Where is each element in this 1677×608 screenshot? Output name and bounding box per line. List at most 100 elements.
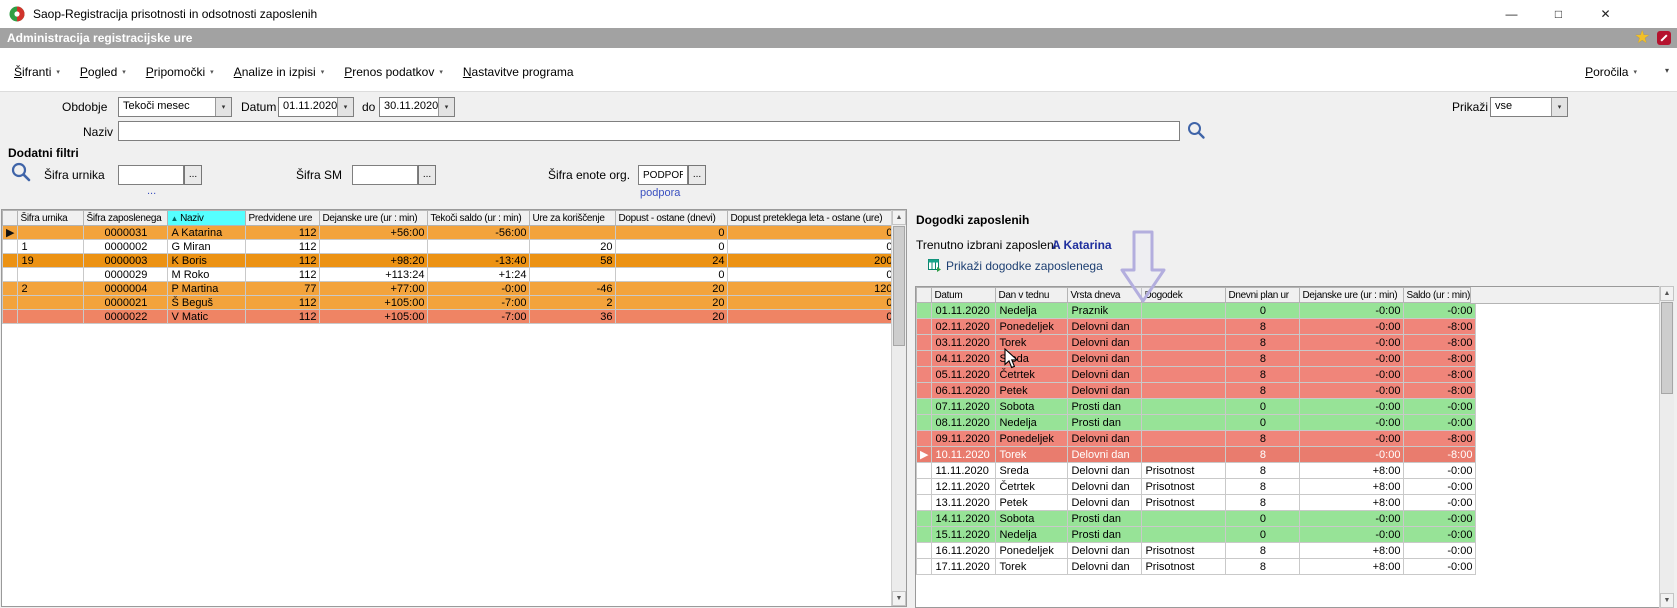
chevron-down-icon[interactable]: ▾ bbox=[337, 98, 353, 116]
search-icon[interactable] bbox=[1186, 120, 1206, 143]
scrollbar-thumb[interactable] bbox=[1661, 302, 1673, 394]
close-button[interactable]: ✕ bbox=[1582, 0, 1629, 28]
datum-to-combobox[interactable]: 30.11.2020 ▾ bbox=[379, 97, 455, 117]
cell-saldo: -0:00 bbox=[1403, 478, 1477, 495]
search-icon[interactable] bbox=[10, 161, 32, 186]
cell-koriscenje bbox=[529, 225, 617, 240]
chevron-down-icon[interactable]: ▾ bbox=[215, 98, 231, 116]
scroll-down-icon[interactable]: ▼ bbox=[1660, 593, 1674, 608]
events-scrollbar[interactable]: ▲ ▼ bbox=[1659, 286, 1674, 608]
event-row[interactable]: 12.11.2020 Četrtek Delovni dan Prisotnost 8 +… bbox=[916, 478, 1477, 495]
row-marker bbox=[916, 558, 933, 575]
employee-row[interactable]: 0000022 V Matic 112 +105:00 -7:00 36 20 0 bbox=[2, 309, 897, 324]
cell-dopust: 24 bbox=[615, 253, 729, 268]
datum-from-combobox[interactable]: 01.11.2020 ▾ bbox=[278, 97, 354, 117]
event-row[interactable]: 17.11.2020 Torek Delovni dan Prisotnost 8 +8:… bbox=[916, 558, 1477, 575]
sifra-enote-input[interactable] bbox=[638, 165, 688, 185]
maximize-button[interactable]: □ bbox=[1535, 0, 1582, 28]
column-header-saldo[interactable]: Tekoči saldo (ur : min) bbox=[427, 210, 531, 226]
event-row[interactable]: 09.11.2020 Ponedeljek Delovni dan 8 -0:00 -8:… bbox=[916, 430, 1477, 447]
column-header-saldo[interactable]: Saldo (ur : min) bbox=[1403, 287, 1477, 303]
cell-vrsta: Delovni dan bbox=[1067, 350, 1143, 367]
employee-row[interactable]: ▶ 0000031 A Katarina 112 +56:00 -56:00 0 0 bbox=[2, 225, 897, 240]
favorite-star-icon[interactable]: ★ bbox=[1636, 30, 1649, 46]
menu-poroc-ila[interactable]: Poročila ▾ bbox=[1575, 62, 1647, 82]
column-header-sifra_zaposlenega[interactable]: Šifra zaposlenega bbox=[83, 210, 169, 226]
cell-dopust_preteklo: 0 bbox=[727, 295, 897, 310]
scroll-up-icon[interactable]: ▲ bbox=[1660, 286, 1674, 301]
menu-analize-in-izpisi[interactable]: Analize in izpisi ▾ bbox=[224, 62, 335, 82]
naziv-input[interactable] bbox=[118, 121, 1180, 141]
chevron-down-icon[interactable]: ▾ bbox=[438, 98, 454, 116]
cell-sifra_zaposlenega: 0000031 bbox=[83, 225, 169, 240]
event-row[interactable]: 14.11.2020 Sobota Prosti dan 0 -0:00 -0:00 bbox=[916, 510, 1477, 527]
show-events-icon[interactable] bbox=[928, 259, 941, 275]
sifra-sm-lookup-button[interactable]: ... bbox=[418, 165, 436, 185]
column-header-dogodek[interactable]: Dogodek bbox=[1141, 287, 1227, 303]
event-row[interactable]: 05.11.2020 Četrtek Delovni dan 8 -0:00 -8:00 bbox=[916, 366, 1477, 383]
event-row[interactable]: 01.11.2020 Nedelja Praznik 0 -0:00 -0:00 bbox=[916, 302, 1477, 319]
event-row[interactable]: 07.11.2020 Sobota Prosti dan 0 -0:00 -0:00 bbox=[916, 398, 1477, 415]
column-header-dopust_preteklo[interactable]: Dopust preteklega leta - ostane (ure) bbox=[727, 210, 897, 226]
sifra-enote-lookup-button[interactable]: ... bbox=[688, 165, 706, 185]
chevron-down-icon[interactable]: ▾ bbox=[1551, 98, 1567, 116]
cell-dejanske: -0:00 bbox=[1299, 334, 1405, 351]
column-header-dan[interactable]: Dan v tednu bbox=[995, 287, 1069, 303]
column-header-datum[interactable]: Datum bbox=[931, 287, 997, 303]
event-row[interactable]: 02.11.2020 Ponedeljek Delovni dan 8 -0:00 -8:… bbox=[916, 318, 1477, 335]
sifra-urnika-input[interactable] bbox=[118, 165, 184, 185]
obdobje-combobox[interactable]: Tekoči mesec ▾ bbox=[118, 97, 232, 117]
show-events-link[interactable]: Prikaži dogodke zaposlenega bbox=[946, 259, 1103, 273]
sifra-sm-input[interactable] bbox=[352, 165, 418, 185]
column-header-naziv[interactable]: ▲ Naziv bbox=[167, 210, 247, 226]
cell-predvidene: 112 bbox=[245, 225, 321, 240]
sifra-urnika-lookup-button[interactable]: ... bbox=[184, 165, 202, 185]
chevron-down-icon[interactable]: ▾ bbox=[1665, 66, 1669, 75]
scroll-up-icon[interactable]: ▲ bbox=[892, 210, 906, 225]
cell-koriscenje: 58 bbox=[529, 253, 617, 268]
employee-row[interactable]: 0000021 Š Beguš 112 +105:00 -7:00 2 20 0 bbox=[2, 295, 897, 310]
column-header-koriscenje[interactable]: Ure za koriščenje bbox=[529, 210, 617, 226]
menu-nastavitve-programa[interactable]: Nastavitve programa bbox=[453, 62, 584, 82]
event-row[interactable]: 08.11.2020 Nedelja Prosti dan 0 -0:00 -0:00 bbox=[916, 414, 1477, 431]
minimize-button[interactable]: — bbox=[1488, 0, 1535, 28]
employee-row[interactable]: 2 0000004 P Martina 77 +77:00 -0:00 -46 20 120 bbox=[2, 281, 897, 296]
column-header-vrsta[interactable]: Vrsta dneva bbox=[1067, 287, 1143, 303]
cell-datum: 06.11.2020 bbox=[931, 382, 997, 399]
employees-scrollbar[interactable]: ▲ ▼ bbox=[891, 210, 906, 606]
chevron-down-icon: ▾ bbox=[1633, 69, 1637, 76]
scroll-down-icon[interactable]: ▼ bbox=[892, 591, 906, 606]
column-header-predvidene[interactable]: Predvidene ure bbox=[245, 210, 321, 226]
row-marker bbox=[916, 542, 933, 559]
employee-row[interactable]: 0000029 M Roko 112 +113:24 +1:24 0 0 bbox=[2, 267, 897, 282]
cell-dopust: 0 bbox=[615, 267, 729, 282]
column-header-sifra_urnika[interactable]: Šifra urnika bbox=[17, 210, 85, 226]
event-row[interactable]: 03.11.2020 Torek Delovni dan 8 -0:00 -8:00 bbox=[916, 334, 1477, 351]
cell-dogodek bbox=[1141, 430, 1227, 447]
menu-pripomoc-ki[interactable]: Pripomočki ▾ bbox=[136, 62, 224, 82]
event-row[interactable]: 11.11.2020 Sreda Delovni dan Prisotnost 8 +8:… bbox=[916, 462, 1477, 479]
column-header-dejanske[interactable]: Dejanske ure (ur : min) bbox=[1299, 287, 1405, 303]
column-header-plan[interactable]: Dnevni plan ur bbox=[1225, 287, 1301, 303]
event-row[interactable]: 16.11.2020 Ponedeljek Delovni dan Prisotnos… bbox=[916, 542, 1477, 559]
menu-pogled[interactable]: Pogled ▾ bbox=[70, 62, 136, 82]
event-row[interactable]: 06.11.2020 Petek Delovni dan 8 -0:00 -8:00 bbox=[916, 382, 1477, 399]
cell-naziv: A Katarina bbox=[167, 225, 247, 240]
cell-dan: Torek bbox=[995, 558, 1069, 575]
row-marker bbox=[916, 510, 933, 527]
sifra-sm-label: Šifra SM bbox=[296, 168, 343, 182]
prikazi-combobox[interactable]: vse ▾ bbox=[1490, 97, 1568, 117]
event-row[interactable]: 04.11.2020 Sreda Delovni dan 8 -0:00 -8:00 bbox=[916, 350, 1477, 367]
menu-s-ifranti[interactable]: Šifranti ▾ bbox=[4, 62, 70, 82]
employee-row[interactable]: 1 0000002 G Miran 112 20 0 0 bbox=[2, 239, 897, 254]
column-header-dopust[interactable]: Dopust - ostane (dnevi) bbox=[615, 210, 729, 226]
event-row[interactable]: ▶ 10.11.2020 Torek Delovni dan 8 -0:00 -8:00 bbox=[916, 446, 1477, 463]
saop-red-icon[interactable] bbox=[1657, 31, 1671, 45]
event-row[interactable]: 15.11.2020 Nedelja Prosti dan 0 -0:00 -0:00 bbox=[916, 526, 1477, 543]
column-header-dejanske[interactable]: Dejanske ure (ur : min) bbox=[319, 210, 429, 226]
scrollbar-thumb[interactable] bbox=[893, 226, 905, 346]
event-row[interactable]: 13.11.2020 Petek Delovni dan Prisotnost 8 +8:… bbox=[916, 494, 1477, 511]
employee-row[interactable]: 19 0000003 K Boris 112 +98:20 -13:40 58 24 200 bbox=[2, 253, 897, 268]
cell-datum: 01.11.2020 bbox=[931, 302, 997, 319]
menu-prenos-podatkov[interactable]: Prenos podatkov ▾ bbox=[334, 62, 453, 82]
